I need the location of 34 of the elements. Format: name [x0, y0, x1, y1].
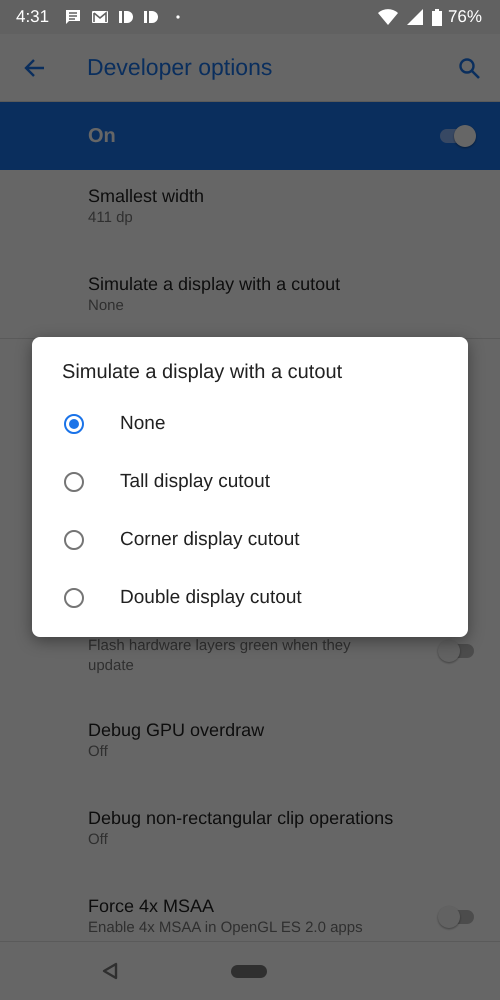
screen-title: Developer options — [87, 54, 274, 81]
radio-button[interactable] — [64, 588, 84, 608]
wifi-icon — [378, 9, 398, 25]
radio-option[interactable]: Double display cutout — [62, 569, 468, 627]
toggle-switch[interactable] — [438, 904, 476, 930]
setting-title: Debug GPU overdraw — [88, 719, 266, 742]
setting-title: Smallest width — [88, 185, 206, 208]
setting-title: Force 4x MSAA — [88, 895, 216, 918]
battery-percent: 76% — [448, 7, 482, 27]
radio-option[interactable]: Corner display cutout — [62, 511, 468, 569]
radio-option[interactable]: None — [62, 395, 468, 453]
status-time: 4:31 — [16, 7, 50, 27]
radio-option[interactable]: Tall display cutout — [62, 453, 468, 511]
setting-title: Simulate a display with a cutout — [88, 273, 342, 296]
message-icon — [64, 8, 82, 26]
back-icon[interactable] — [102, 962, 118, 980]
battery-icon — [432, 8, 442, 26]
app-notification-icon — [143, 10, 160, 24]
master-switch-bar[interactable]: On — [0, 102, 500, 170]
toggle-switch[interactable] — [438, 123, 476, 149]
home-pill[interactable] — [231, 964, 267, 978]
toggle-switch[interactable] — [438, 638, 476, 664]
more-notifications-icon — [176, 15, 180, 19]
dialog-title: Simulate a display with a cutout — [62, 360, 344, 385]
back-arrow-icon[interactable] — [23, 58, 45, 78]
radio-button[interactable] — [64, 414, 84, 434]
master-switch-label: On — [88, 124, 117, 148]
radio-button[interactable] — [64, 472, 84, 492]
search-icon[interactable] — [458, 56, 480, 78]
radio-button[interactable] — [64, 530, 84, 550]
setting-title: Debug non-rectangular clip operations — [88, 807, 394, 830]
mail-icon — [91, 10, 110, 24]
signal-icon — [406, 9, 423, 25]
app-notification-icon — [118, 10, 134, 24]
